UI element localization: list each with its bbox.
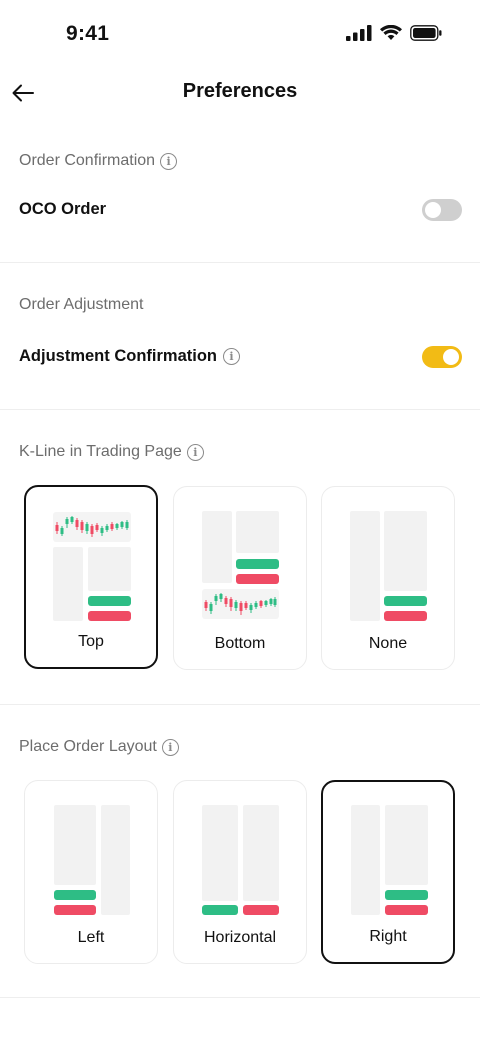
section-title-order-confirmation: Order Confirmation i <box>19 152 178 170</box>
buy-bar <box>236 559 279 569</box>
orderbook-placeholder <box>53 547 83 621</box>
kline-option-top[interactable]: Top <box>24 485 158 669</box>
layout-option-right[interactable]: Right <box>321 780 455 964</box>
candlestick-icon <box>55 516 129 537</box>
section-title-text: Place Order Layout <box>19 738 157 755</box>
oco-order-label: OCO Order <box>19 200 106 219</box>
divider <box>0 409 480 410</box>
sell-bar <box>384 611 427 621</box>
info-icon[interactable]: i <box>186 443 204 461</box>
layout-option-left[interactable]: Left <box>24 780 158 964</box>
cellular-signal-icon <box>346 25 372 41</box>
layout-option-label: Left <box>77 929 105 946</box>
form-placeholder <box>202 805 238 901</box>
section-title-text: Order Adjustment <box>19 296 144 313</box>
section-title-text: K-Line in Trading Page <box>19 443 182 460</box>
kline-preview <box>202 589 279 619</box>
layout-option-label: Horizontal <box>203 929 277 946</box>
adjustment-confirmation-text: Adjustment Confirmation <box>19 347 217 365</box>
section-title-text: Order Confirmation <box>19 152 156 169</box>
layout-option-label: Right <box>369 928 407 945</box>
form-placeholder <box>54 805 96 885</box>
status-bar: 9:41 <box>0 0 480 70</box>
sell-bar <box>385 905 428 915</box>
form-placeholder <box>88 547 131 591</box>
toggle-knob <box>443 349 459 365</box>
adjustment-confirmation-toggle[interactable] <box>422 346 462 368</box>
orderbook-placeholder <box>202 511 232 583</box>
oco-order-text: OCO Order <box>19 200 107 218</box>
form-placeholder <box>236 511 279 553</box>
kline-option-label: Top <box>78 633 104 650</box>
kline-preview <box>53 512 131 542</box>
nav-bar: Preferences <box>0 70 480 116</box>
form-placeholder <box>243 805 279 901</box>
oco-order-toggle[interactable] <box>422 199 462 221</box>
adjustment-confirmation-label: Adjustment Confirmation i <box>19 347 240 366</box>
layout-option-horizontal[interactable]: Horizontal <box>173 780 307 964</box>
info-icon[interactable]: i <box>160 152 178 170</box>
divider <box>0 997 480 998</box>
wifi-icon <box>380 25 402 40</box>
orderbook-placeholder <box>351 805 380 915</box>
section-title-layout: Place Order Layout i <box>19 738 179 756</box>
sell-bar <box>236 574 279 584</box>
orderbook-placeholder <box>350 511 380 621</box>
toggle-knob <box>425 202 441 218</box>
info-icon[interactable]: i <box>223 348 240 365</box>
section-title-order-adjustment: Order Adjustment <box>19 296 144 314</box>
kline-option-none[interactable]: None <box>321 486 455 670</box>
form-placeholder <box>385 805 428 885</box>
buy-bar <box>385 890 428 900</box>
kline-option-label: Bottom <box>214 635 266 652</box>
divider <box>0 704 480 705</box>
sell-bar <box>54 905 96 915</box>
status-icons <box>346 25 442 41</box>
section-title-kline: K-Line in Trading Page i <box>19 443 204 461</box>
buy-bar <box>384 596 427 606</box>
kline-option-bottom[interactable]: Bottom <box>173 486 307 670</box>
form-placeholder <box>384 511 427 591</box>
buy-bar <box>88 596 131 606</box>
battery-icon <box>410 25 442 41</box>
status-time: 9:41 <box>66 22 110 45</box>
candlestick-icon <box>204 593 277 615</box>
divider <box>0 262 480 263</box>
kline-option-label: None <box>368 635 408 652</box>
orderbook-placeholder <box>101 805 130 915</box>
sell-bar <box>88 611 131 621</box>
sell-bar <box>243 905 279 915</box>
buy-bar <box>202 905 238 915</box>
info-icon[interactable]: i <box>161 738 179 756</box>
page-title: Preferences <box>182 80 298 102</box>
buy-bar <box>54 890 96 900</box>
